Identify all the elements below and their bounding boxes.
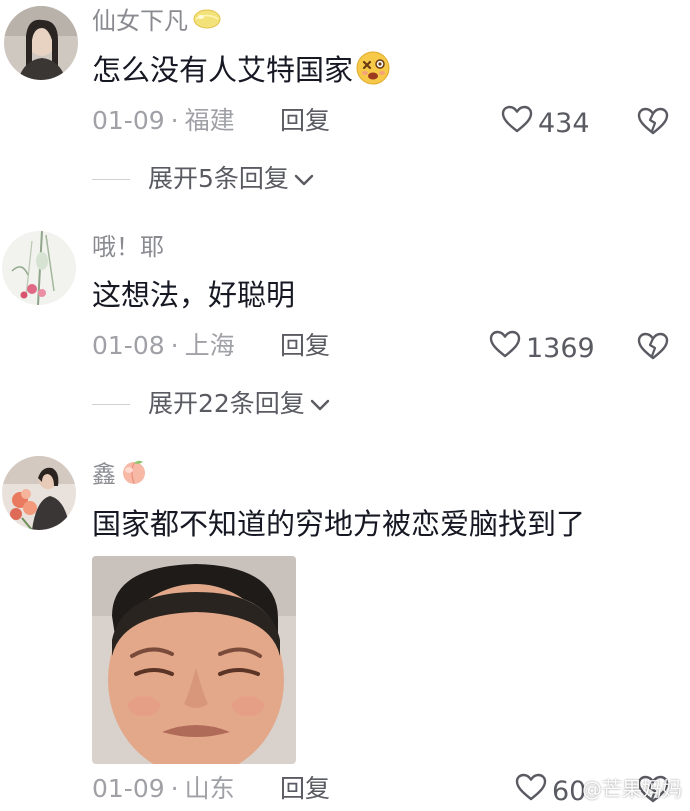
meme-sticker-image[interactable] [92,556,296,764]
comment-location: 福建 [184,106,235,135]
meta-separator: · [170,331,179,360]
comment-item: 鑫 国家都不知道的穷地方被恋爱脑找到了 01-09 · 山东 回复 60 [0,450,690,808]
like-count: 434 [538,107,590,139]
comment-location: 上海 [184,331,235,360]
divider [92,178,130,180]
comment-text: 这想法，好聪明 [92,278,296,312]
heart-icon [514,772,548,811]
heart-icon [500,104,534,143]
like-count: 1369 [526,332,595,364]
watermark: @芒果妈妈 [582,777,682,801]
avatar[interactable] [2,456,76,530]
comment-meta: 01-09 · 山东 [92,772,235,806]
comment-meta: 01-08 · 上海 [92,329,235,363]
lemon-icon [192,7,222,37]
comment-date: 01-09 [92,774,165,803]
dizzy-face-emoji [355,50,391,96]
avatar[interactable] [4,6,78,80]
reply-button[interactable]: 回复 [280,329,330,363]
username[interactable]: 仙女下凡 [92,6,222,37]
dislike-button[interactable] [636,104,670,138]
heart-icon [488,329,522,368]
comment-date: 01-08 [92,331,165,360]
username[interactable]: 鑫 [92,458,148,493]
meta-separator: · [170,774,179,803]
avatar[interactable] [2,231,76,305]
comment-text: 国家都不知道的穷地方被恋爱脑找到了 [92,507,586,541]
comment-item: 仙女下凡 怎么没有人艾特国家 01-09 · 福建 回复 434 展开5条回复 [0,0,690,230]
broken-heart-icon [637,107,669,135]
chevron-down-icon [309,387,331,421]
meta-separator: · [170,106,179,135]
comment-item: 哦！耶 这想法，好聪明 01-08 · 上海 回复 1369 展开22条回复 [0,225,690,450]
expand-replies-label: 展开22条回复 [148,389,305,418]
chevron-down-icon [293,162,315,196]
like-button[interactable]: 1369 [488,329,595,368]
comment-date: 01-09 [92,106,165,135]
like-button[interactable]: 60 [514,772,586,811]
expand-replies-button[interactable]: 展开22条回复 [92,387,331,421]
comment-location: 山东 [184,774,235,803]
dislike-button[interactable] [636,329,670,363]
expand-replies-label: 展开5条回复 [148,164,289,193]
peach-icon [120,458,148,493]
comment-text: 怎么没有人艾特国家 [92,50,391,96]
comment-meta: 01-09 · 福建 [92,104,235,138]
reply-button[interactable]: 回复 [280,104,330,138]
like-button[interactable]: 434 [500,104,590,143]
reply-button[interactable]: 回复 [280,772,330,806]
username[interactable]: 哦！耶 [92,232,164,262]
broken-heart-icon [637,332,669,360]
expand-replies-button[interactable]: 展开5条回复 [92,162,315,196]
divider [92,403,130,405]
